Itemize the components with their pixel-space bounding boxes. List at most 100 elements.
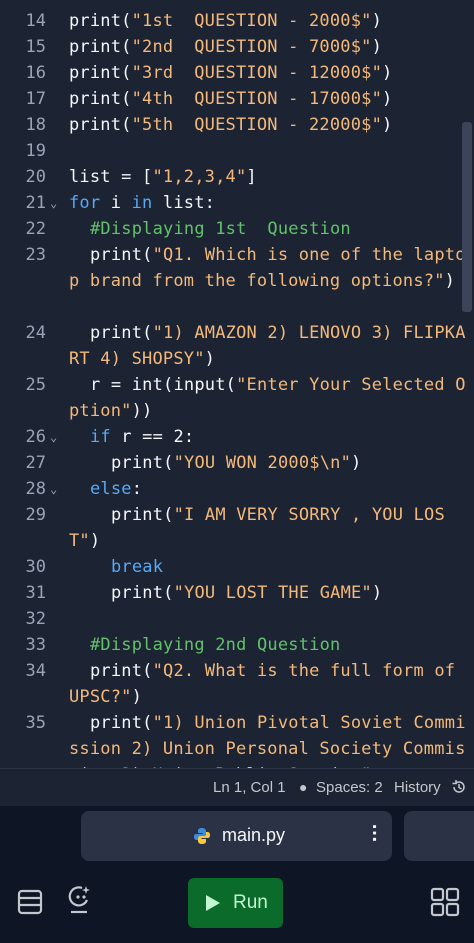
code-text: print("I AM VERY SORRY , YOU LOST") bbox=[69, 502, 469, 554]
code-text: print("1) Union Pivotal Soviet Commissio… bbox=[69, 710, 469, 768]
line-number: 34 bbox=[25, 661, 46, 681]
line-number: 27 bbox=[25, 453, 46, 473]
cursor-position[interactable]: Ln 1, Col 1 bbox=[213, 779, 286, 796]
line-number: 20 bbox=[25, 167, 46, 187]
code-token-str: "4th QUESTION - 17000$" bbox=[131, 89, 383, 109]
file-tab-secondary[interactable] bbox=[404, 811, 474, 861]
run-button[interactable]: Run bbox=[188, 878, 283, 928]
code-token-plain: ) bbox=[371, 37, 383, 57]
code-token-plain: ) bbox=[371, 583, 383, 603]
code-text: for i in list: bbox=[69, 190, 469, 216]
code-token-plain: ) bbox=[444, 271, 456, 291]
code-token-plain: i bbox=[100, 193, 132, 213]
line-number: 14 bbox=[25, 11, 46, 31]
code-token-plain: print( bbox=[111, 453, 174, 473]
code-token-str: "1st QUESTION - 2000$" bbox=[131, 11, 372, 31]
code-editor[interactable]: 14 print("1st QUESTION - 2000$") 15 print("… bbox=[0, 0, 474, 768]
code-token-plain: print( bbox=[69, 37, 132, 57]
code-token-plain: print( bbox=[90, 713, 153, 733]
line-number: 18 bbox=[25, 115, 46, 135]
code-token-cm: #Displaying 1st Question bbox=[90, 219, 351, 239]
code-token-plain: list = [ bbox=[69, 167, 153, 187]
code-token-plain: ) bbox=[382, 63, 393, 83]
code-text: break bbox=[69, 554, 469, 580]
code-token-plain: ) bbox=[351, 453, 362, 473]
fold-chevron-icon[interactable]: ⌄ bbox=[50, 190, 57, 216]
code-token-plain: ) bbox=[89, 531, 101, 551]
file-tabs-bar: main.py … bbox=[0, 806, 474, 866]
code-token-plain: ) bbox=[371, 11, 383, 31]
line-number: 15 bbox=[25, 37, 46, 57]
run-label: Run bbox=[233, 892, 268, 913]
code-text: #Displaying 1st Question bbox=[69, 216, 469, 242]
code-token-plain: print( bbox=[69, 11, 132, 31]
code-text: print("Q1. Which is one of the laptop br… bbox=[69, 242, 469, 294]
file-tab-main-py[interactable]: main.py … bbox=[81, 811, 392, 861]
code-token-plain: print( bbox=[90, 323, 153, 343]
ai-assistant-icon[interactable] bbox=[65, 884, 93, 920]
fold-chevron-icon[interactable]: ⌄ bbox=[50, 476, 57, 502]
status-bar: Ln 1, Col 1 ● Spaces: 2 History bbox=[0, 768, 474, 807]
code-token-plain: r == 2: bbox=[110, 427, 195, 447]
code-text: print("5th QUESTION - 22000$") bbox=[69, 112, 469, 138]
code-text: print("YOU LOST THE GAME") bbox=[69, 580, 469, 606]
files-panel-icon[interactable] bbox=[16, 888, 44, 920]
line-number: 17 bbox=[25, 89, 46, 109]
line-number: 16 bbox=[25, 63, 46, 83]
apps-grid-icon[interactable] bbox=[430, 887, 460, 921]
line-number: 24 bbox=[25, 323, 46, 343]
line-number: 21 bbox=[25, 193, 46, 213]
code-token-str: "5th QUESTION - 22000$" bbox=[131, 115, 383, 135]
line-number: 35 bbox=[25, 713, 46, 733]
code-token-str: "3rd QUESTION - 12000$" bbox=[131, 63, 383, 83]
line-number: 28 bbox=[25, 479, 46, 499]
code-token-plain: print( bbox=[90, 245, 153, 265]
code-token-str: "YOU WON 2000$\n" bbox=[173, 453, 352, 473]
code-token-plain: print( bbox=[111, 583, 174, 603]
code-token-plain: print( bbox=[69, 115, 132, 135]
code-text: #Displaying 2nd Question bbox=[69, 632, 469, 658]
line-number: 32 bbox=[25, 609, 46, 629]
line-number: 22 bbox=[25, 219, 46, 239]
code-token-plain: ) bbox=[382, 89, 393, 109]
code-token-str: "YOU LOST THE GAME" bbox=[173, 583, 372, 603]
code-token-plain: : bbox=[131, 479, 143, 499]
history-button[interactable]: History bbox=[394, 779, 441, 796]
code-token-str: "1,2,3,4" bbox=[152, 167, 247, 187]
editor-scrollbar[interactable] bbox=[462, 122, 472, 312]
code-text: print("1) AMAZON 2) LENOVO 3) FLIPKART 4… bbox=[69, 320, 469, 372]
python-icon bbox=[193, 827, 211, 849]
line-number: 26 bbox=[25, 427, 46, 447]
code-text: else: bbox=[69, 476, 469, 502]
code-token-plain: r = int(input( bbox=[90, 375, 237, 395]
line-number: 33 bbox=[25, 635, 46, 655]
code-text: print("Q2. What is the full form of UPSC… bbox=[69, 658, 469, 710]
code-token-plain: list: bbox=[152, 193, 216, 213]
history-icon[interactable] bbox=[451, 775, 467, 799]
code-token-str: "2nd QUESTION - 7000$" bbox=[131, 37, 372, 57]
line-number: 31 bbox=[25, 583, 46, 603]
code-text: if r == 2: bbox=[69, 424, 469, 450]
code-token-kw: else bbox=[90, 479, 132, 499]
code-token-kw: in bbox=[131, 193, 153, 213]
spaces-setting[interactable]: Spaces: 2 bbox=[316, 779, 383, 796]
bottom-toolbar: Run bbox=[0, 866, 474, 943]
code-text: print("YOU WON 2000$\n") bbox=[69, 450, 469, 476]
code-token-plain: print( bbox=[90, 661, 153, 681]
code-text: print("1st QUESTION - 2000$") bbox=[69, 8, 469, 34]
line-number: 23 bbox=[25, 245, 46, 265]
code-token-plain: print( bbox=[69, 89, 132, 109]
code-token-kw: if bbox=[90, 427, 111, 447]
code-token-plain: print( bbox=[69, 63, 132, 83]
code-text: print("3rd QUESTION - 12000$") bbox=[69, 60, 469, 86]
dot-icon: ● bbox=[299, 779, 308, 795]
code-token-plain: ) bbox=[131, 687, 143, 707]
code-text: print("2nd QUESTION - 7000$") bbox=[69, 34, 469, 60]
code-token-kw: break bbox=[111, 557, 164, 577]
line-number: 29 bbox=[25, 505, 46, 525]
code-text: list = ["1,2,3,4"] bbox=[69, 164, 469, 190]
fold-chevron-icon[interactable]: ⌄ bbox=[50, 424, 57, 450]
code-token-plain: print( bbox=[111, 505, 174, 525]
line-number: 25 bbox=[25, 375, 46, 395]
more-options-icon[interactable]: … bbox=[368, 823, 390, 843]
